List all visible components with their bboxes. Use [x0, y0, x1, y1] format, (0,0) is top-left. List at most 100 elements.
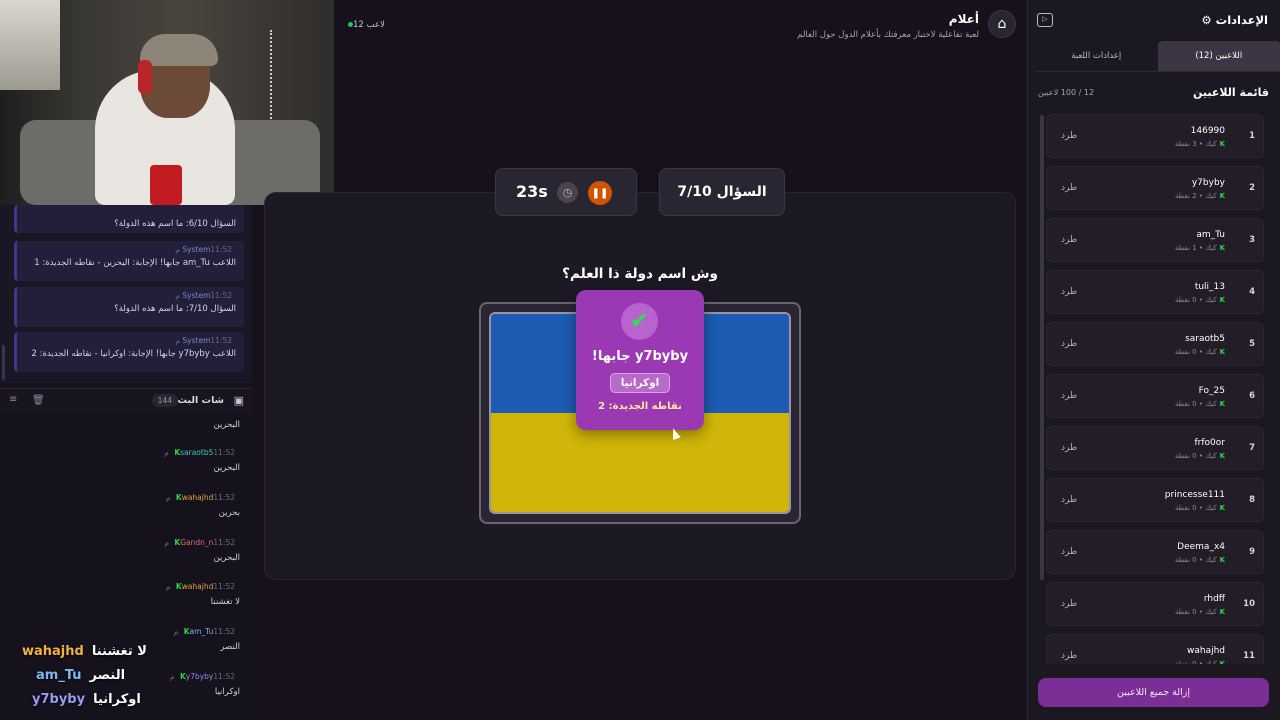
overlay-chat-line: y7byby اوكرانيا — [32, 692, 141, 707]
chat-message: KGandn_n11:52 م البحرين — [10, 538, 240, 563]
event-log-scrollbar[interactable] — [2, 345, 5, 380]
player-rank: 5 — [1249, 339, 1255, 349]
event-log: السؤال 6/10: ما اسم هذه الدولة؟ System11… — [0, 205, 252, 383]
pause-button[interactable]: ❚❚ — [588, 181, 612, 205]
player-points: 1 نقطة — [1174, 244, 1197, 252]
overlay-text: اوكرانيا — [93, 692, 141, 707]
tab-players[interactable]: اللاعبين (12) — [1157, 41, 1280, 72]
chat-username[interactable]: wahajhd — [182, 493, 214, 502]
event-item: System11:52 م اللاعب y7byby جابها! الإجا… — [14, 332, 244, 372]
players-count: 12 / 100 لاعبين — [1038, 88, 1095, 97]
webcam-feed — [0, 0, 334, 205]
filter-icon[interactable]: ≡ — [9, 394, 17, 405]
tab-game-settings[interactable]: إعدادات اللعبة — [1035, 41, 1158, 72]
chat-username[interactable]: y7byby — [186, 672, 214, 681]
event-text: اللاعب am_Tu جابها! الإجابة: البحرين - ن… — [34, 258, 236, 268]
kick-player-button[interactable]: طرد — [1061, 495, 1077, 505]
player-meta: Kكيك • 3 نقطة — [1174, 140, 1225, 148]
kick-player-button[interactable]: طرد — [1061, 651, 1077, 661]
player-platform: كيك — [1205, 504, 1217, 512]
chat-message-text: البحرين — [213, 463, 240, 473]
player-meta: Kكيك • 1 نقطة — [1174, 244, 1225, 252]
player-meta: Kكيك • 0 نقطة — [1174, 348, 1225, 356]
webcam-cup — [150, 165, 182, 205]
kick-player-button[interactable]: طرد — [1061, 391, 1077, 401]
kick-player-button[interactable]: طرد — [1061, 599, 1077, 609]
overlay-text: النصر — [89, 668, 126, 683]
player-meta: Kكيك • 0 نقطة — [1174, 556, 1225, 564]
gear-icon: ⚙ — [1201, 13, 1212, 27]
chat-message: البحرين — [10, 420, 240, 430]
kick-player-button[interactable]: طرد — [1061, 131, 1077, 141]
webcam-window — [0, 0, 60, 90]
player-platform: كيك — [1205, 400, 1217, 408]
collapse-panel-icon[interactable]: ▷ — [1037, 13, 1053, 27]
player-platform: كيك — [1205, 140, 1217, 148]
new-points-text: نقاطه الجديدة: 2 — [598, 401, 682, 412]
kick-icon: K — [1219, 452, 1225, 460]
player-platform: كيك — [1205, 608, 1217, 616]
chat-message-text: البحرين — [213, 420, 240, 430]
player-row: 7 frfo0or Kكيك • 0 نقطة طرد — [1046, 426, 1264, 470]
chat-username[interactable]: am_Tu — [190, 627, 214, 636]
player-rank: 9 — [1249, 547, 1255, 557]
chat-username[interactable]: saraotb5 — [180, 448, 213, 457]
remove-all-players-button[interactable]: إزالة جميع اللاعبين — [1038, 678, 1269, 707]
trash-icon[interactable]: 🗑 — [32, 395, 45, 406]
event-header: System11:52 م — [25, 291, 236, 300]
player-row: 4 tuli_13 Kكيك • 0 نقطة طرد — [1046, 270, 1264, 314]
player-points: 0 نقطة — [1174, 556, 1197, 564]
webcam-cap — [140, 34, 218, 66]
webcam-headset — [138, 60, 152, 94]
event-header: System11:52 م — [25, 245, 236, 254]
player-rank: 4 — [1249, 287, 1255, 297]
check-icon: ✔ — [621, 303, 658, 340]
chat-message: Kwahajhd11:52 م بحرين — [10, 493, 240, 518]
kick-player-button[interactable]: طرد — [1061, 235, 1077, 245]
player-meta: Kكيك • 0 نقطة — [1174, 296, 1225, 304]
chat-count-badge: 144 — [151, 394, 178, 407]
home-button[interactable]: ⌂ — [988, 10, 1016, 38]
kick-icon: K — [1219, 192, 1225, 200]
player-row: 9 Deema_x4 Kكيك • 0 نقطة طرد — [1046, 530, 1264, 574]
player-points: 0 نقطة — [1174, 296, 1197, 304]
player-points: 2 نقطة — [1174, 192, 1197, 200]
player-points: 0 نقطة — [1174, 504, 1197, 512]
event-author: System — [182, 291, 211, 300]
player-rank: 2 — [1249, 183, 1255, 193]
chat-title: شات البث — [177, 395, 224, 406]
player-platform: كيك — [1205, 452, 1217, 460]
player-rank: 10 — [1243, 599, 1255, 609]
player-meta: Kكيك • 0 نقطة — [1174, 452, 1225, 460]
chat-username[interactable]: wahajhd — [182, 582, 214, 591]
winner-text: y7byby جابها! — [591, 349, 689, 364]
kick-player-button[interactable]: طرد — [1061, 183, 1077, 193]
event-text: السؤال 7/10: ما اسم هذه الدولة؟ — [114, 304, 236, 314]
player-name: tuli_13 — [1194, 282, 1225, 292]
player-rank: 6 — [1249, 391, 1255, 401]
player-name: am_Tu — [1196, 230, 1225, 240]
event-item: السؤال 6/10: ما اسم هذه الدولة؟ — [14, 205, 244, 233]
overlay-chat-line: wahajhd لا تغشننا — [22, 644, 147, 659]
kick-icon: K — [1219, 296, 1225, 304]
chat-message-text: بحرين — [218, 508, 240, 518]
kick-player-button[interactable]: طرد — [1061, 443, 1077, 453]
player-rank: 11 — [1243, 651, 1255, 661]
event-author: System — [182, 245, 211, 254]
player-platform: كيك — [1205, 192, 1217, 200]
kick-player-button[interactable]: طرد — [1061, 287, 1077, 297]
player-rank: 3 — [1249, 235, 1255, 245]
kick-player-button[interactable]: طرد — [1061, 547, 1077, 557]
chat-bubble-icon: ▣ — [233, 394, 244, 407]
event-header: System11:52 م — [25, 336, 236, 345]
kick-icon: K — [1219, 608, 1225, 616]
player-row: 8 princesse111 Kكيك • 0 نقطة طرد — [1046, 478, 1264, 522]
chat-username[interactable]: Gandn_n — [180, 538, 213, 547]
player-points: 0 نقطة — [1174, 452, 1197, 460]
player-name: saraotb5 — [1185, 334, 1225, 344]
player-points: 0 نقطة — [1174, 660, 1197, 664]
player-name: Deema_x4 — [1177, 542, 1225, 552]
overlay-text: لا تغشننا — [91, 644, 147, 659]
overlay-username: wahajhd — [22, 644, 84, 659]
kick-player-button[interactable]: طرد — [1061, 339, 1077, 349]
